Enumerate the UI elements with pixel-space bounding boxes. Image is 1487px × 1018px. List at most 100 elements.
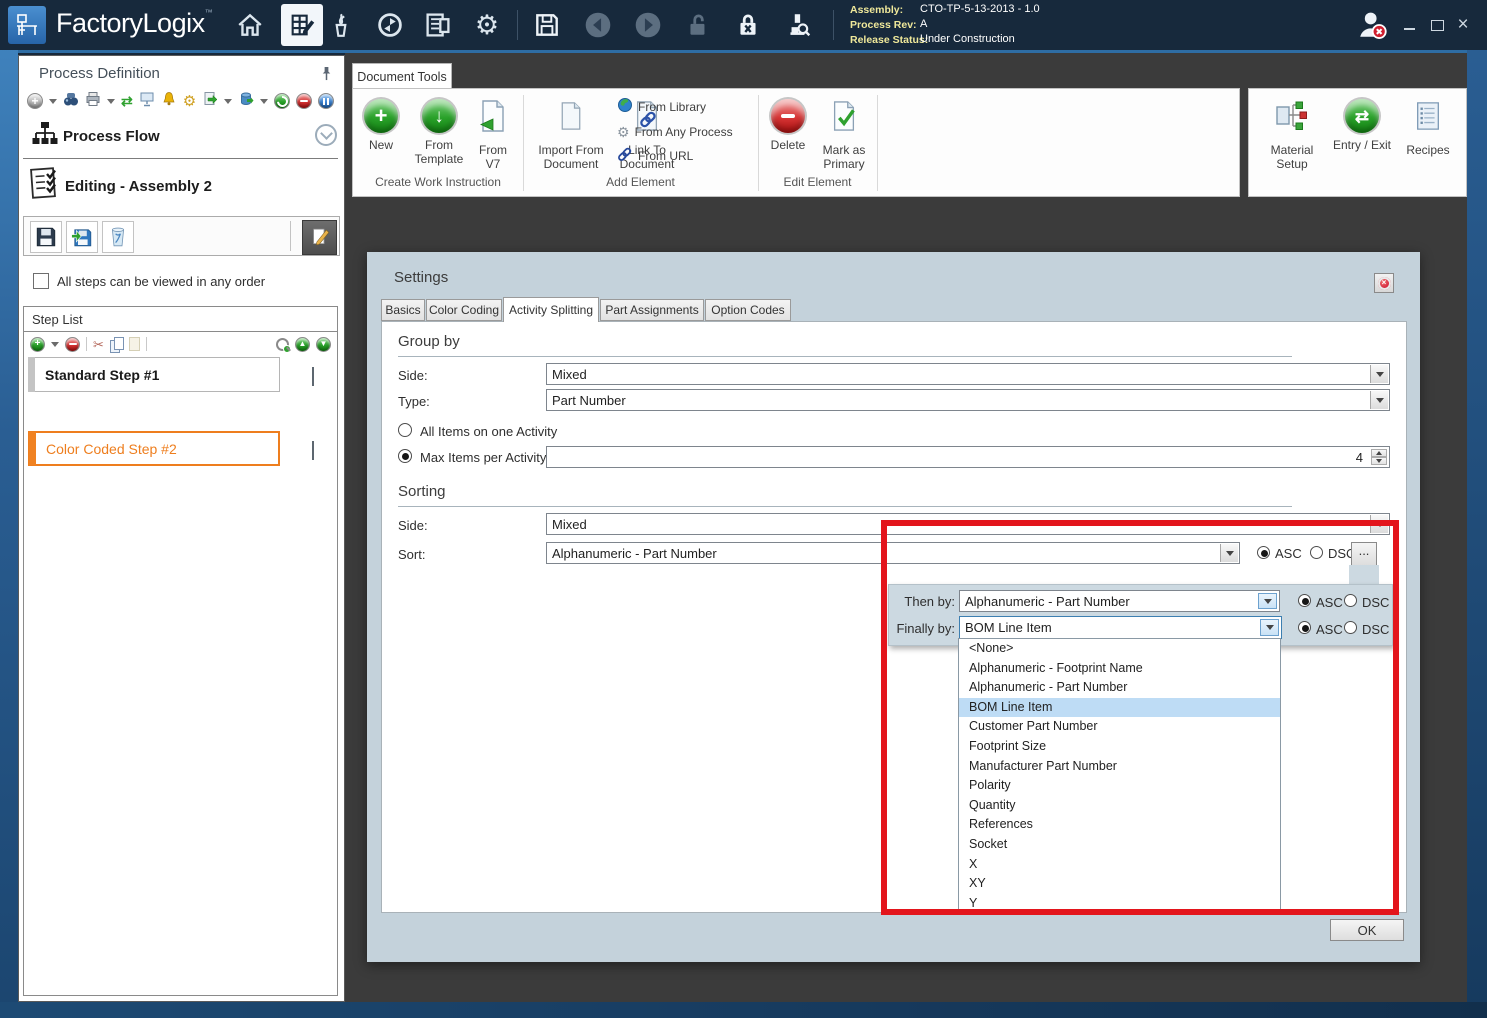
paste-icon[interactable]: [129, 337, 140, 351]
sort-option[interactable]: Alphanumeric - Part Number: [959, 678, 1280, 698]
spinner-control[interactable]: [1371, 449, 1387, 465]
step-item-color-coded[interactable]: Color Coded Step #2: [28, 431, 280, 466]
entry-exit-button[interactable]: ⇄ Entry / Exit: [1327, 99, 1397, 152]
find-step-icon[interactable]: [276, 338, 289, 351]
sync-icon[interactable]: [370, 4, 410, 46]
recycle-bin-icon[interactable]: [238, 91, 254, 112]
material-setup-button[interactable]: Material Setup: [1257, 99, 1327, 172]
any-order-checkbox[interactable]: [33, 273, 49, 289]
minimize-button[interactable]: [1398, 14, 1420, 36]
find-icon[interactable]: [63, 91, 79, 112]
from-any-process-button[interactable]: ⚙ From Any Process: [617, 122, 733, 142]
export-dropdown-caret-icon[interactable]: [224, 99, 232, 104]
sort-select[interactable]: Alphanumeric - Part Number: [546, 542, 1240, 564]
remove-step-button[interactable]: [65, 337, 80, 352]
groupby-side-select[interactable]: Mixed: [546, 363, 1390, 385]
delete-element-button[interactable]: Delete: [763, 99, 813, 152]
unlock-icon[interactable]: [678, 4, 718, 46]
recycle-dropdown-caret-icon[interactable]: [260, 99, 268, 104]
import-from-document-button[interactable]: Import From Document: [529, 99, 613, 172]
move-step-up-button[interactable]: ▲: [295, 337, 310, 352]
sort-option[interactable]: Alphanumeric - Footprint Name: [959, 659, 1280, 679]
process-definition-icon[interactable]: [281, 4, 323, 46]
chevron-down-icon[interactable]: [1220, 544, 1238, 562]
spin-down-icon[interactable]: [1371, 457, 1387, 465]
max-items-radio[interactable]: [398, 449, 412, 463]
sort-option[interactable]: X: [959, 855, 1280, 875]
settings-close-button[interactable]: ×: [1374, 273, 1394, 293]
bell-icon[interactable]: [161, 91, 177, 112]
cut-icon[interactable]: ✂: [93, 338, 104, 351]
trash-button[interactable]: [102, 221, 134, 253]
save-document-button[interactable]: [30, 221, 62, 253]
sort-option[interactable]: XY: [959, 874, 1280, 894]
finally-by-asc-radio[interactable]: [1298, 621, 1311, 634]
print-dropdown-caret-icon[interactable]: [107, 99, 115, 104]
sort-option[interactable]: Quantity: [959, 796, 1280, 816]
export-icon[interactable]: [202, 91, 218, 112]
pause-icon[interactable]: [318, 93, 334, 109]
step-expand-chevron-icon[interactable]: [312, 367, 326, 381]
sync-process-icon[interactable]: ⇄: [121, 94, 133, 108]
more-sort-options-button[interactable]: ...: [1351, 542, 1377, 567]
gear-icon[interactable]: ⚙: [183, 94, 196, 109]
remove-icon[interactable]: [296, 93, 312, 109]
chevron-down-icon[interactable]: [1370, 515, 1388, 533]
add-dropdown-caret-icon[interactable]: [49, 99, 57, 104]
finally-by-select[interactable]: BOM Line Item: [959, 616, 1282, 639]
home-icon[interactable]: [230, 4, 270, 46]
tab-basics[interactable]: Basics: [381, 299, 425, 321]
sort-option[interactable]: <None>: [959, 639, 1280, 659]
new-work-instruction-button[interactable]: + New: [355, 99, 407, 152]
mark-as-primary-button[interactable]: Mark as Primary: [813, 99, 875, 172]
tab-document-tools[interactable]: Document Tools: [352, 63, 452, 89]
all-items-radio[interactable]: [398, 423, 412, 437]
presentation-icon[interactable]: [139, 91, 155, 112]
maximize-button[interactable]: [1426, 14, 1448, 36]
chevron-down-icon[interactable]: [1370, 391, 1388, 409]
chevron-down-icon[interactable]: [1260, 619, 1279, 636]
sort-option[interactable]: Y: [959, 894, 1280, 914]
from-v7-button[interactable]: From V7: [471, 99, 515, 172]
sort-option[interactable]: References: [959, 815, 1280, 835]
sort-option-selected[interactable]: BOM Line Item: [959, 698, 1280, 718]
print-icon[interactable]: [85, 91, 101, 112]
pin-icon[interactable]: [319, 66, 334, 86]
move-step-down-button[interactable]: ▼: [316, 337, 331, 352]
add-step-button[interactable]: +: [30, 337, 45, 352]
save-icon[interactable]: [527, 4, 567, 46]
spin-up-icon[interactable]: [1371, 449, 1387, 457]
sort-dsc-radio[interactable]: [1310, 546, 1323, 559]
add-step-caret-icon[interactable]: [51, 342, 59, 347]
tab-color-coding[interactable]: Color Coding: [426, 299, 502, 321]
lock-x-icon[interactable]: [728, 4, 768, 46]
copy-icon[interactable]: [110, 337, 123, 352]
refresh-icon[interactable]: [274, 93, 290, 109]
back-icon[interactable]: [578, 4, 618, 46]
add-icon[interactable]: +: [27, 93, 43, 109]
import-save-button[interactable]: [66, 221, 98, 253]
sort-option[interactable]: Footprint Size: [959, 737, 1280, 757]
audit-search-icon[interactable]: [778, 4, 818, 46]
close-button[interactable]: ×: [1452, 14, 1474, 36]
then-by-asc-radio[interactable]: [1298, 594, 1311, 607]
finally-by-dsc-radio[interactable]: [1344, 621, 1357, 634]
max-items-input[interactable]: 4: [546, 446, 1390, 468]
sort-option[interactable]: Customer Part Number: [959, 717, 1280, 737]
chevron-down-icon[interactable]: [1370, 365, 1388, 383]
sorting-side-select[interactable]: Mixed: [546, 513, 1390, 535]
step-expand-chevron-icon[interactable]: [312, 441, 326, 455]
report-icon[interactable]: [418, 4, 458, 46]
then-by-dsc-radio[interactable]: [1344, 594, 1357, 607]
forward-icon[interactable]: [628, 4, 668, 46]
tab-part-assignments[interactable]: Part Assignments: [600, 299, 704, 321]
groupby-type-select[interactable]: Part Number: [546, 389, 1390, 411]
user-icon[interactable]: [1350, 4, 1394, 46]
tab-activity-splitting[interactable]: Activity Splitting: [503, 297, 599, 322]
sort-option[interactable]: Polarity: [959, 776, 1280, 796]
sort-option[interactable]: Socket: [959, 835, 1280, 855]
edit-document-button[interactable]: [302, 220, 337, 255]
settings-gear-icon[interactable]: ⚙: [467, 4, 507, 46]
sort-option[interactable]: Manufacturer Part Number: [959, 757, 1280, 777]
step-item-standard[interactable]: Standard Step #1: [28, 357, 280, 392]
